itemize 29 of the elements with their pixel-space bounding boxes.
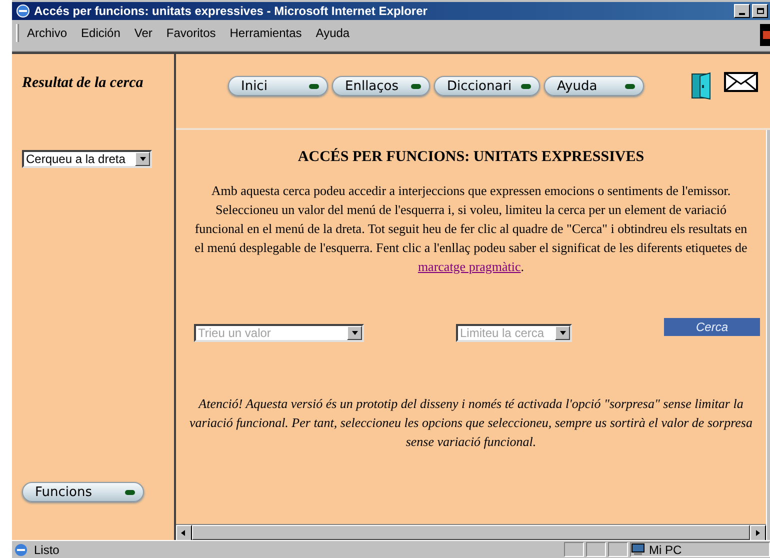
status-panel xyxy=(564,542,584,557)
menu-item[interactable]: Ver xyxy=(134,24,152,42)
status-panel xyxy=(586,542,606,557)
status-text: Listo xyxy=(34,542,60,558)
nav-button[interactable]: Ayuda xyxy=(544,76,644,96)
pragmatic-marking-link[interactable]: marcatge pragmàtic xyxy=(418,258,521,274)
nav-button[interactable]: Enllaços xyxy=(332,76,430,96)
envelope-icon xyxy=(724,72,758,92)
nav-button[interactable]: Inici xyxy=(228,76,328,96)
frame-heading: Resultat de la cerca xyxy=(22,74,144,93)
scroll-left-button[interactable] xyxy=(176,525,192,541)
menu-item[interactable]: Archivo xyxy=(27,24,68,42)
menu-item[interactable]: Ayuda xyxy=(316,24,350,42)
status-panel xyxy=(608,542,628,557)
menu-item[interactable]: Herramientas xyxy=(230,24,302,42)
notice-text: Atenció! Aquesta versió és un prototip del disseny i només té activada l'opció "sorpresa" sense limitar la variació funcional. Per tant, seleccioneu les opcions que seleccioneu, sempre us sortirà el valor de sorpresa sense variació funcional. xyxy=(188,394,754,450)
dropdown[interactable]: Cerqueu a la dreta xyxy=(22,150,152,168)
search-button[interactable]: Cerca xyxy=(664,318,760,336)
window-title: Accés per funcions: unitats expressives - Microsoft Internet Explorer xyxy=(34,3,428,20)
intro-paragraph: Amb aquesta cerca podeu accedir a interjeccions que expressen emocions o sentiments de l'emissor. Seleccioneu un valor del menú de l'esquerra i, si voleu, limiteu la cerca per un element de variació funcional en el menú de la dreta. Tot seguit heu de fer clic al quadre de "Cerca" i obtindreu els resultats en el menú desplegable de l'esquerra. Fent clic a l'enllaç podeu saber el significat de les diferents etiquetes de marcatge pragmàtic. xyxy=(194,182,748,276)
zone-text: Mi PC xyxy=(649,542,682,558)
nav-button[interactable]: Diccionari xyxy=(434,76,540,96)
menu-item[interactable]: Favoritos xyxy=(166,24,216,42)
page-heading: ACCÉS PER FUNCIONS: UNITATS EXPRESSIVES xyxy=(298,147,644,167)
restore-button[interactable] xyxy=(752,4,768,18)
nav-button[interactable]: Funcions xyxy=(22,482,144,502)
minimize-button[interactable] xyxy=(734,4,750,18)
menu-item[interactable]: Edición xyxy=(81,24,120,42)
scroll-right-button[interactable] xyxy=(750,525,766,541)
